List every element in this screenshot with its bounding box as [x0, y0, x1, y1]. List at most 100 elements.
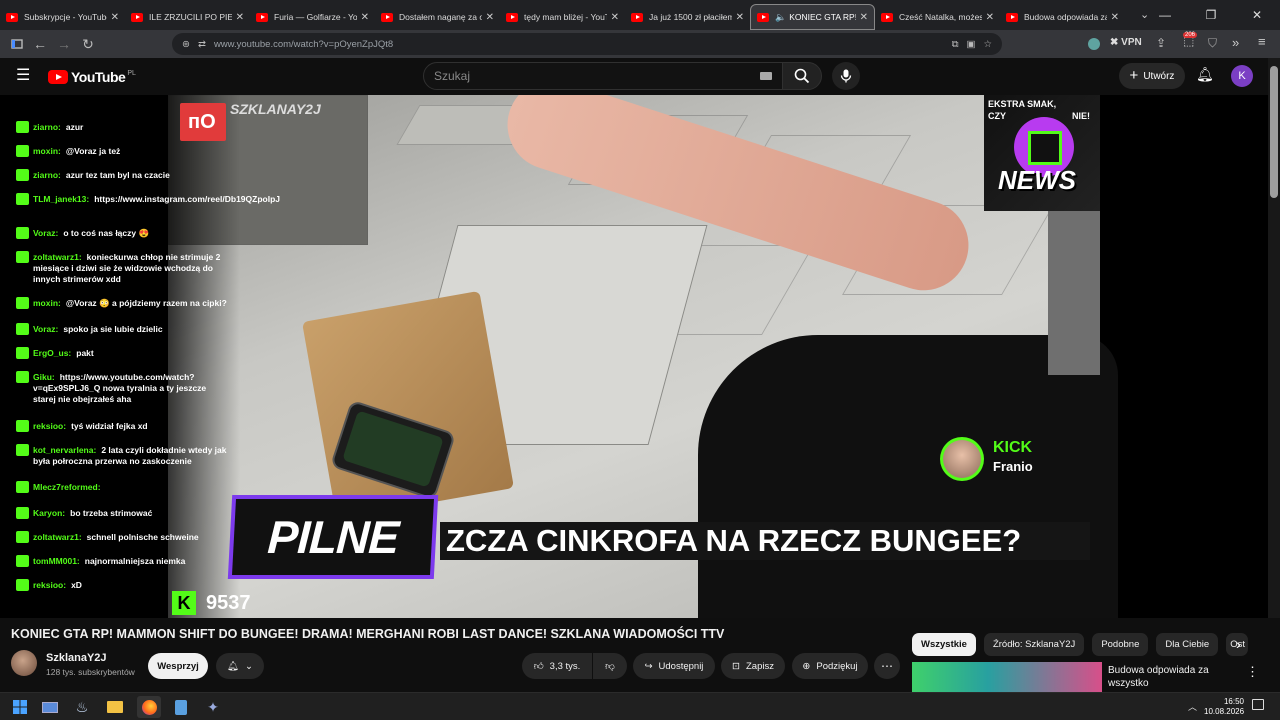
- pilne-banner: PILNE: [227, 495, 439, 579]
- share-button[interactable]: ↪ Udostępnij: [633, 653, 715, 679]
- browser-tab[interactable]: Cześć Natalka, możesz w✕: [875, 4, 1000, 30]
- chat-username: kot_nervarlena:: [33, 445, 97, 455]
- channel-avatar[interactable]: [11, 650, 37, 676]
- shield-extension-icon[interactable]: [1088, 38, 1100, 50]
- more-tools-icon[interactable]: »: [1232, 35, 1239, 50]
- close-tab-icon[interactable]: ✕: [611, 12, 619, 23]
- search-button[interactable]: [782, 62, 822, 90]
- extensions-icon[interactable]: ⇪: [1156, 36, 1166, 50]
- menu-icon[interactable]: ≡: [1258, 34, 1266, 49]
- close-tab-icon[interactable]: ✕: [236, 12, 244, 23]
- browser-tab[interactable]: Dostałem naganę za odr✕: [375, 4, 500, 30]
- browser-tab[interactable]: Subskrypcje - YouTube ✕: [0, 4, 125, 30]
- vpn-button[interactable]: ✖ VPN: [1110, 37, 1142, 48]
- browser-tab[interactable]: Furia — Golfiarze - YouTu✕: [250, 4, 375, 30]
- plus-icon: +: [1129, 67, 1139, 84]
- youtube-favicon-icon: [131, 12, 143, 22]
- chat-badge-icon: [16, 193, 29, 205]
- video-title: KONIEC GTA RP! MAMMON SHIFT DO BUNGEE! D…: [11, 627, 725, 641]
- dislike-button[interactable]: 👎︎: [593, 653, 627, 679]
- chat-badge-icon: [16, 297, 29, 309]
- save-button[interactable]: ⊡ Zapisz: [721, 653, 785, 679]
- news-badge: EKSTRA SMAK, CZY NIE! NEWS: [984, 95, 1100, 211]
- minimize-icon[interactable]: —: [1142, 0, 1188, 30]
- recommended-title[interactable]: Budowa odpowiada za wszystko: [1108, 664, 1238, 690]
- browser-tab[interactable]: Budowa odpowiada za w✕: [1000, 4, 1125, 30]
- chat-message: ErgO_us: pakt: [16, 347, 231, 359]
- chat-badge-icon: [16, 420, 29, 432]
- permissions-icon[interactable]: ⇄: [198, 39, 206, 50]
- youtube-favicon-icon: [881, 12, 893, 22]
- chat-message: zoltatwarz1: schnell polnische schweine: [16, 531, 231, 543]
- like-button[interactable]: 👍︎ 3,3 tys.: [522, 653, 592, 679]
- more-actions-icon[interactable]: ⋯: [874, 653, 900, 679]
- notifications-bell-icon[interactable]: 🔔︎: [1196, 66, 1214, 83]
- windows-start-icon[interactable]: [8, 696, 32, 718]
- search-input[interactable]: Szukaj: [423, 62, 783, 90]
- chat-username: tomMM001:: [33, 556, 80, 566]
- close-tab-icon[interactable]: ✕: [860, 12, 868, 23]
- tray-chevron-icon[interactable]: ︿: [1188, 700, 1197, 713]
- thanks-button[interactable]: ⊕ Podziękuj: [792, 653, 868, 679]
- create-button[interactable]: + Utwórz: [1119, 63, 1185, 89]
- steam-icon[interactable]: ♨: [70, 696, 94, 718]
- chip-for-you[interactable]: Dla Ciebie: [1156, 633, 1219, 656]
- firefox-icon[interactable]: [137, 696, 161, 718]
- pip-icon[interactable]: ⧉: [952, 39, 959, 50]
- chip-source[interactable]: Źródło: SzklanaY2J: [983, 633, 1085, 656]
- restore-icon[interactable]: ❐: [1188, 0, 1234, 30]
- voice-search-button[interactable]: [832, 62, 860, 90]
- close-tab-icon[interactable]: ✕: [111, 12, 119, 23]
- address-bar[interactable]: ⊛ ⇄ www.youtube.com/watch?v=pOyenZpJQt8 …: [172, 33, 1002, 55]
- chat-badge-icon: [16, 531, 29, 543]
- forward-icon[interactable]: →: [52, 30, 76, 58]
- close-tab-icon[interactable]: ✕: [736, 12, 744, 23]
- close-window-icon[interactable]: ✕: [1234, 0, 1280, 30]
- close-tab-icon[interactable]: ✕: [486, 12, 494, 23]
- app-icon[interactable]: ✦: [201, 696, 225, 718]
- back-icon[interactable]: ←: [28, 30, 52, 58]
- site-info-icon[interactable]: ⊛: [182, 39, 190, 50]
- monitor-app-icon[interactable]: [38, 696, 62, 718]
- speaker-icon[interactable]: 🔈: [775, 12, 786, 23]
- bookmark-star-icon[interactable]: ☆: [983, 39, 992, 50]
- browser-tab[interactable]: ILE ZRZUCILI PO PIERWS✕: [125, 4, 250, 30]
- video-player[interactable]: ziarno: azur moxin: @Voraz ja też ziarno: azu…: [0, 95, 1268, 618]
- chat-message: TLM_janek13: https://www.instagram.com/re…: [16, 193, 280, 205]
- chevron-down-icon: ⌄: [245, 660, 254, 672]
- chat-username: Giku:: [33, 372, 55, 382]
- clock[interactable]: 16:50 10.08.2026: [1204, 697, 1244, 717]
- keyboard-icon[interactable]: [760, 72, 772, 80]
- close-tab-icon[interactable]: ✕: [1111, 12, 1119, 23]
- chat-text: xD: [71, 580, 82, 590]
- youtube-logo[interactable]: YouTube PL: [48, 69, 136, 85]
- notification-center-icon[interactable]: [1252, 699, 1264, 710]
- close-tab-icon[interactable]: ✕: [986, 12, 994, 23]
- chat-message: kot_nervarlena: 2 lata czyli dokładnie wt…: [16, 444, 231, 467]
- chip-all[interactable]: Wszystkie: [912, 633, 976, 656]
- browser-tab[interactable]: Ja już 1500 zł płaciłem —✕: [625, 4, 750, 30]
- notify-button[interactable]: 🔔︎ ⌄: [216, 653, 264, 679]
- brave-shields-icon[interactable]: ⛉: [1208, 36, 1217, 51]
- file-explorer-icon[interactable]: [103, 696, 127, 718]
- reload-icon[interactable]: ↻: [76, 30, 100, 58]
- chips-next-icon[interactable]: ›: [1236, 636, 1241, 652]
- recommended-menu-icon[interactable]: ⋮: [1246, 664, 1259, 680]
- chat-username: moxin:: [33, 146, 61, 156]
- hamburger-menu-icon[interactable]: ☰: [16, 68, 30, 84]
- support-button[interactable]: Wesprzyj: [148, 653, 208, 679]
- scrollbar-thumb[interactable]: [1270, 66, 1278, 198]
- reader-icon[interactable]: ▣: [966, 39, 975, 50]
- channel-name[interactable]: SzklanaY2J: [46, 652, 107, 664]
- recommended-thumbnail[interactable]: [912, 662, 1102, 694]
- thanks-icon: ⊕: [802, 660, 811, 672]
- browser-tab[interactable]: tędy mam bliżej - YouTu ✕: [500, 4, 625, 30]
- chip-similar[interactable]: Podobne: [1092, 633, 1149, 656]
- chat-username: Voraz:: [33, 228, 59, 238]
- account-avatar[interactable]: K: [1231, 65, 1253, 87]
- sidebar-toggle-icon[interactable]: [5, 30, 29, 58]
- calculator-icon[interactable]: [169, 696, 193, 718]
- browser-tab-active[interactable]: 🔈KONIEC GTA RP! MA✕: [750, 4, 875, 30]
- close-tab-icon[interactable]: ✕: [361, 12, 369, 23]
- chat-message: Karyon: bo trzeba strimować: [16, 507, 231, 519]
